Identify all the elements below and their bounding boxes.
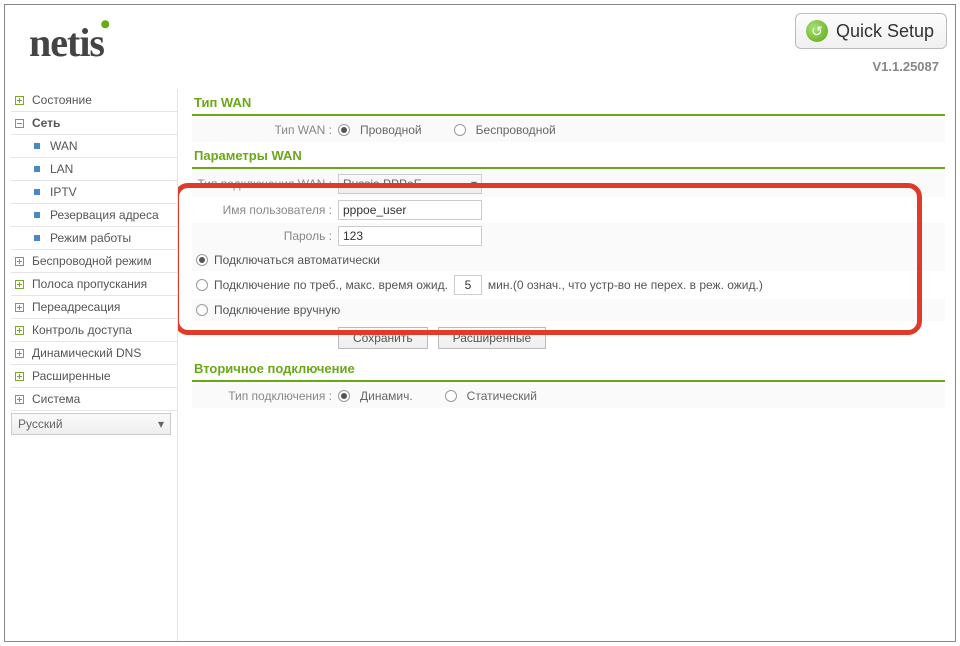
sidebar-item-wireless[interactable]: Беспроводной режим [11,250,177,273]
conn-mode-auto-label: Подключаться автоматически [214,253,380,267]
conn-mode-manual-label: Подключение вручную [214,303,340,317]
section-wan-type-title: Тип WAN [192,89,945,116]
sidebar-subitem-wan[interactable]: WAN [11,135,177,158]
conn-mode-manual-radio[interactable] [196,304,208,316]
wan-type-wireless-radio[interactable] [454,124,466,136]
quick-setup-label: Quick Setup [836,21,934,42]
sidebar-item-access-control[interactable]: Контроль доступа [11,319,177,342]
conn-mode-demand-pre: Подключение по треб., макс. время ожид. [214,278,448,292]
brand-logo: netis• [29,19,114,66]
username-input[interactable] [338,200,482,220]
sidebar-item-network[interactable]: Сеть [11,112,177,135]
wan-type-label: Тип WAN : [192,123,338,137]
language-select[interactable]: Русский ▾ [11,413,171,435]
conn-mode-demand-post: мин.(0 означ., что устр-во не перех. в р… [488,278,763,292]
secondary-dynamic-radio[interactable] [338,390,350,402]
main-content: Тип WAN Тип WAN : Проводной Беспроводной… [177,89,955,641]
collapse-icon [15,119,24,128]
sidebar-item-forwarding[interactable]: Переадресация [11,296,177,319]
save-button[interactable]: Сохранить [338,327,428,349]
quick-setup-icon: ↺ [806,20,828,42]
sidebar-item-bandwidth[interactable]: Полоса пропускания [11,273,177,296]
wan-type-wired-radio[interactable] [338,124,350,136]
section-wan-params-title: Параметры WAN [192,142,945,169]
secondary-static-label: Статический [467,389,537,403]
sidebar-item-ddns[interactable]: Динамический DNS [11,342,177,365]
sidebar-subitem-address-reservation[interactable]: Резервация адреса [11,204,177,227]
expand-icon [15,326,24,335]
sidebar-subitem-operation-mode[interactable]: Режим работы [11,227,177,250]
password-input[interactable] [338,226,482,246]
secondary-conn-label: Тип подключения : [192,389,338,403]
conn-type-select[interactable]: Russia PPPoE ▾ [338,174,482,194]
sidebar-item-status[interactable]: Состояние [11,89,177,112]
sidebar-item-system[interactable]: Система [11,388,177,411]
expand-icon [15,349,24,358]
conn-mode-demand-radio[interactable] [196,279,208,291]
sidebar-subitem-iptv[interactable]: IPTV [11,181,177,204]
section-secondary-title: Вторичное подключение [192,355,945,382]
bullet-icon [33,165,42,174]
chevron-down-icon: ▾ [471,177,477,191]
conn-type-label: Тип подключения WAN : [192,177,338,191]
secondary-static-radio[interactable] [445,390,457,402]
chevron-down-icon: ▾ [158,417,164,431]
conn-mode-auto-radio[interactable] [196,254,208,266]
expand-icon [15,372,24,381]
bullet-icon [33,234,42,243]
wan-type-wireless-label: Беспроводной [476,123,556,137]
idle-time-input[interactable] [454,275,482,295]
expand-icon [15,303,24,312]
sidebar: Состояние Сеть WAN LAN IPTV Резервация а… [5,89,177,641]
quick-setup-button[interactable]: ↺ Quick Setup [795,13,947,49]
version-label: V1.1.25087 [872,59,939,74]
bullet-icon [33,142,42,151]
username-label: Имя пользователя : [192,203,338,217]
sidebar-subitem-lan[interactable]: LAN [11,158,177,181]
bullet-icon [33,211,42,220]
expand-icon [15,280,24,289]
wan-type-wired-label: Проводной [360,123,422,137]
sidebar-item-advanced[interactable]: Расширенные [11,365,177,388]
advanced-button[interactable]: Расширенные [438,327,547,349]
expand-icon [15,257,24,266]
bullet-icon [33,188,42,197]
expand-icon [15,395,24,404]
password-label: Пароль : [192,229,338,243]
secondary-dynamic-label: Динамич. [360,389,413,403]
expand-icon [15,96,24,105]
